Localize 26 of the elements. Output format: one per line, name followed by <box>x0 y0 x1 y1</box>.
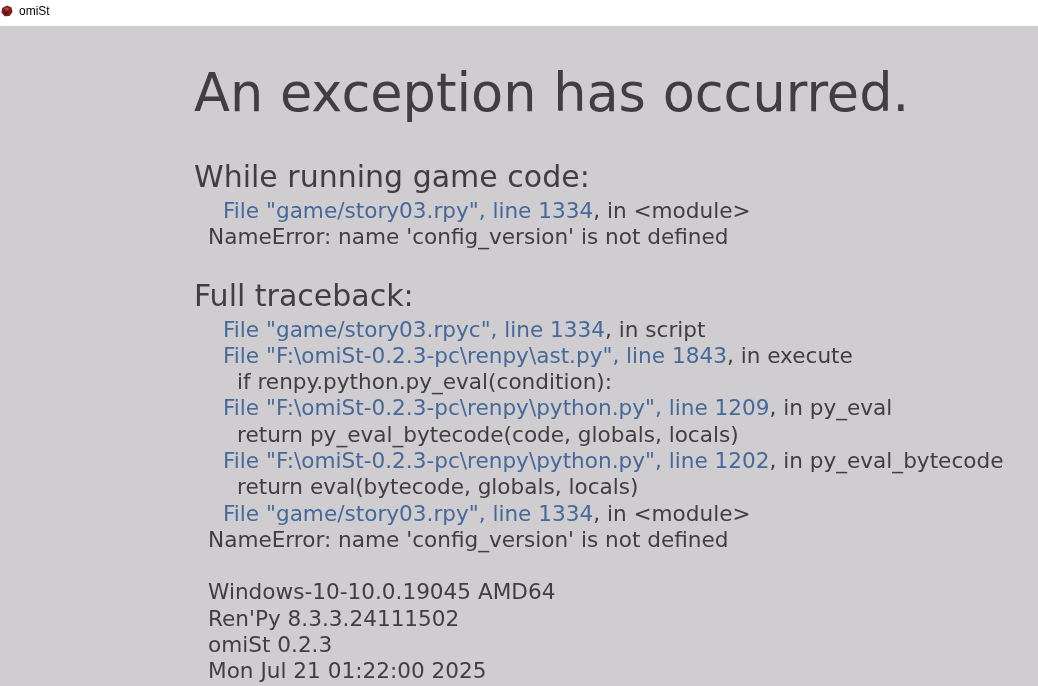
section-heading: Full traceback: <box>194 278 415 313</box>
code-line: return eval(bytecode, globals, locals) <box>236 474 640 501</box>
traceback-line: File "F:\omiSt-0.2.3-pc\renpy\python.py", line 1209, in py_eval <box>222 395 894 422</box>
code-line: if renpy.python.py_eval(condition): <box>236 369 614 396</box>
system-info-line: omiSt 0.2.3 <box>207 631 334 659</box>
file-link[interactable]: File "F:\omiSt-0.2.3-pc\renpy\ast.py", line 1843 <box>223 342 727 368</box>
file-link[interactable]: File "game/story03.rpy", line 1334 <box>223 198 594 223</box>
file-link[interactable]: File "F:\omiSt-0.2.3-pc\renpy\python.py", line 1202 <box>223 448 770 474</box>
code-line: return py_eval_bytecode(code, globals, locals) <box>236 421 740 449</box>
app-icon <box>1 5 13 17</box>
traceback-line: File "game/story03.rpyc", line 1334, in script <box>222 316 707 343</box>
traceback-line: File "F:\omiSt-0.2.3-pc\renpy\python.py", line 1202, in py_eval_bytecode <box>222 448 1005 475</box>
file-link[interactable]: File "game/story03.rpy", line 1334 <box>223 500 594 526</box>
file-link[interactable]: File "F:\omiSt-0.2.3-pc\renpy\python.py", line 1209 <box>223 395 770 421</box>
error-message: NameError: name 'config_version' is not defined <box>207 526 730 554</box>
error-heading: An exception has occurred. <box>194 61 911 123</box>
error-message: NameError: name 'config_version' is not defined <box>207 224 730 251</box>
window-title: omiSt <box>19 4 50 18</box>
traceback-line: File "game/story03.rpy", line 1334, in <module> <box>222 500 752 527</box>
section-heading: While running game code: <box>194 160 591 194</box>
traceback-line: File "F:\omiSt-0.2.3-pc\renpy\ast.py", line 1843, in execute <box>222 342 854 370</box>
file-link[interactable]: File "game/story03.rpyc", line 1334 <box>223 316 606 342</box>
system-info-line: Mon Jul 21 01:22:00 2025 <box>207 658 488 685</box>
system-info-line: Ren'Py 8.3.3.24111502 <box>207 605 461 632</box>
traceback-line: File "game/story03.rpy", line 1334, in <module> <box>222 198 752 225</box>
system-info-line: Windows-10-10.0.19045 AMD64 <box>207 579 557 606</box>
